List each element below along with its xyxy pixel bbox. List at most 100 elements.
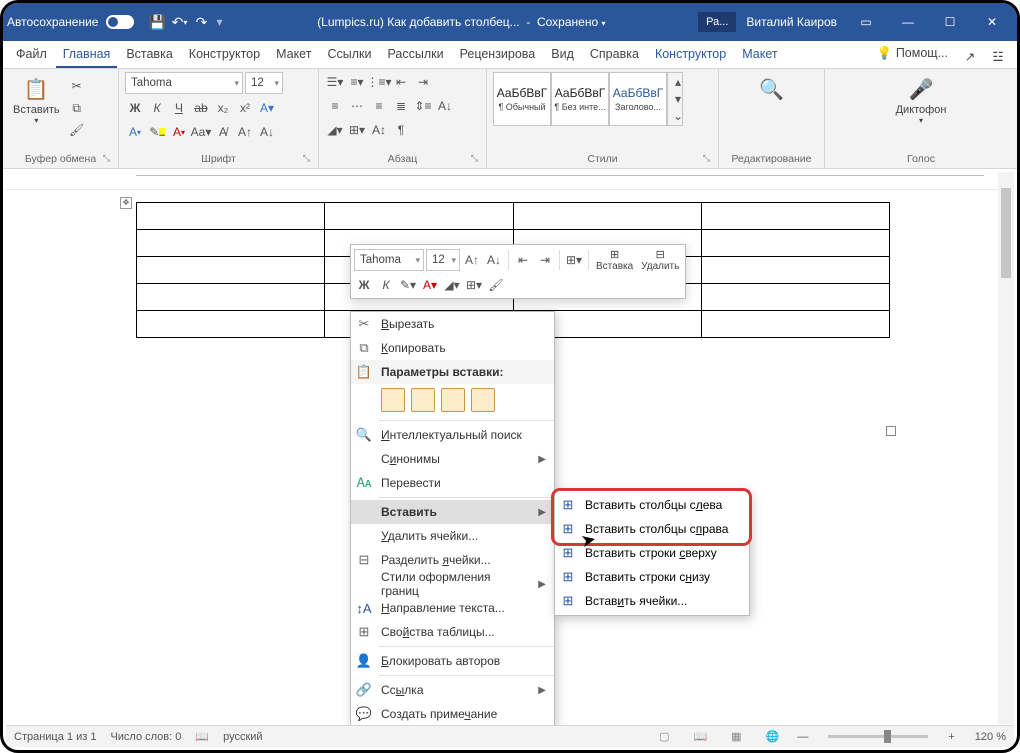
bold-button[interactable]: Ж [125,98,145,118]
sort2-icon[interactable]: A↕ [369,120,389,140]
undo-icon[interactable]: ↶▾ [168,11,190,33]
shading-icon[interactable]: ◢▾ [325,120,345,140]
mini-fontcolor-icon[interactable]: A▾ [420,275,440,295]
tab-references[interactable]: Ссылки [320,42,378,68]
ctx-delete-cells[interactable]: Удалить ячейки... [351,524,554,548]
font-size-combo[interactable]: 12 [245,72,283,94]
mini-font-combo[interactable]: Tahoma [354,249,424,271]
paste-opt-1[interactable] [381,388,405,412]
tell-me-search[interactable]: 💡 Помощ... [870,41,955,68]
mini-brush-icon[interactable]: 🖌 [486,275,506,295]
ctx-border-styles[interactable]: Стили оформления границ▶ [351,572,554,596]
redo-icon[interactable]: ↷ [190,11,212,33]
tab-home[interactable]: Главная [56,42,118,68]
mini-delete-button[interactable]: ⊟Удалить [638,248,682,272]
tab-file[interactable]: Файл [9,42,54,68]
mini-bold-button[interactable]: Ж [354,275,374,295]
maximize-icon[interactable]: ☐ [929,3,971,41]
mini-highlight-icon[interactable]: ✎▾ [398,275,418,295]
sub-insert-cols-left[interactable]: ⊞Вставить столбцы слева [555,493,749,517]
table-move-handle-icon[interactable]: ✥ [120,197,132,209]
account-badge[interactable]: Ра... [698,12,736,32]
status-words[interactable]: Число слов: 0 [110,731,181,743]
ctx-block-authors[interactable]: 👤Блокировать авторов [351,649,554,673]
mini-italic-button[interactable]: К [376,275,396,295]
font-launcher-icon[interactable]: ⤡ [303,153,310,164]
sub-insert-rows-below[interactable]: ⊞Вставить строки снизу [555,565,749,589]
bullets-icon[interactable]: ☰▾ [325,72,345,92]
save-icon[interactable]: 💾 [146,11,168,33]
ribbon-display-options-icon[interactable]: ▭ [845,3,887,41]
view-print-icon[interactable]: ▦ [725,728,747,746]
sub-insert-cells[interactable]: ⊞Вставить ячейки... [555,589,749,613]
ctx-insert[interactable]: Вставить▶ [351,500,554,524]
ctx-text-direction[interactable]: ↕AНаправление текста... [351,596,554,620]
ctx-synonyms[interactable]: Синонимы▶ [351,447,554,471]
borders-icon[interactable]: ⊞▾ [347,120,367,140]
multilevel-icon[interactable]: ⋮≡▾ [369,72,389,92]
font-name-combo[interactable]: Tahoma [125,72,243,94]
align-right-icon[interactable]: ≡ [369,96,389,116]
tab-table-layout[interactable]: Макет [735,42,784,68]
tab-help[interactable]: Справка [583,42,646,68]
paste-opt-4[interactable] [471,388,495,412]
mini-shrink-icon[interactable]: A↓ [484,250,504,270]
mini-insert-button[interactable]: ⊞Вставка [593,248,636,272]
dictate-button[interactable]: 🎤 Диктофон ▾ [892,72,951,127]
tab-view[interactable]: Вид [544,42,581,68]
style-normal[interactable]: АаБбВвГ¶ Обычный [493,72,551,126]
zoom-slider[interactable] [828,735,928,738]
paste-button[interactable]: 📋 Вставить ▾ [9,72,64,127]
style-heading[interactable]: АаБбВвГЗаголово... [609,72,667,126]
paste-opt-2[interactable] [411,388,435,412]
tab-insert[interactable]: Вставка [119,42,179,68]
find-button[interactable]: 🔍 [753,72,791,106]
align-left-icon[interactable]: ≡ [325,96,345,116]
tab-table-design[interactable]: Конструктор [648,42,733,68]
view-read-icon[interactable]: 📖 [689,728,711,746]
ctx-split-cells[interactable]: ⊟Разделить ячейки... [351,548,554,572]
horizontal-ruler[interactable] [6,172,1014,190]
text-effects-icon[interactable]: A▾ [257,98,277,118]
increase-indent-icon[interactable]: ⇥ [413,72,433,92]
styles-launcher-icon[interactable]: ⤡ [703,153,710,164]
sub-insert-rows-above[interactable]: ⊞Вставить строки сверху [555,541,749,565]
view-web-icon[interactable]: 🌐 [761,728,783,746]
clipboard-launcher-icon[interactable]: ⤡ [103,153,110,164]
paste-opt-3[interactable] [441,388,465,412]
align-center-icon[interactable]: ⋯ [347,96,367,116]
style-more-icon[interactable]: ⌄ [668,108,688,125]
ctx-new-comment[interactable]: 💬Создать примечание [351,702,554,726]
tab-layout[interactable]: Макет [269,42,318,68]
show-paragraph-icon[interactable]: ¶ [391,120,411,140]
justify-icon[interactable]: ≣ [391,96,411,116]
ctx-smart-lookup[interactable]: 🔍Интеллектуальный поиск [351,423,554,447]
decrease-indent-icon[interactable]: ⇤ [391,72,411,92]
subscript-icon[interactable]: x₂ [213,98,233,118]
strikethrough-icon[interactable]: ab [191,98,211,118]
mini-align-icon[interactable]: ⊞▾ [564,250,584,270]
sub-insert-cols-right[interactable]: ⊞Вставить столбцы справа [555,517,749,541]
mini-indent-left-icon[interactable]: ⇤ [513,250,533,270]
sort-icon[interactable]: A↓ [435,96,455,116]
ctx-table-properties[interactable]: ⊞Свойства таблицы... [351,620,554,644]
tab-design[interactable]: Конструктор [182,42,267,68]
mini-size-combo[interactable]: 12 [426,249,460,271]
close-icon[interactable]: ✕ [971,3,1013,41]
cut-icon[interactable]: ✂ [67,76,87,96]
change-case-icon[interactable]: Aa▾ [191,122,211,142]
minimize-icon[interactable]: ― [887,3,929,41]
table-resize-handle-icon[interactable] [886,426,896,436]
style-down-icon[interactable]: ▾ [668,90,688,107]
status-proofing-icon[interactable]: 📖 [195,730,209,743]
mini-border-icon[interactable]: ⊞▾ [464,275,484,295]
style-nospacing[interactable]: АаБбВвГ¶ Без инте... [551,72,609,126]
italic-button[interactable]: К [147,98,167,118]
mini-grow-icon[interactable]: A↑ [462,250,482,270]
mini-indent-right-icon[interactable]: ⇥ [535,250,555,270]
superscript-icon[interactable]: x² [235,98,255,118]
grow-font-icon[interactable]: A↑ [235,122,255,142]
clear-format-icon[interactable]: A̸ [213,122,233,142]
highlight-icon[interactable]: A▾ [125,122,145,142]
status-language[interactable]: русский [223,731,262,743]
